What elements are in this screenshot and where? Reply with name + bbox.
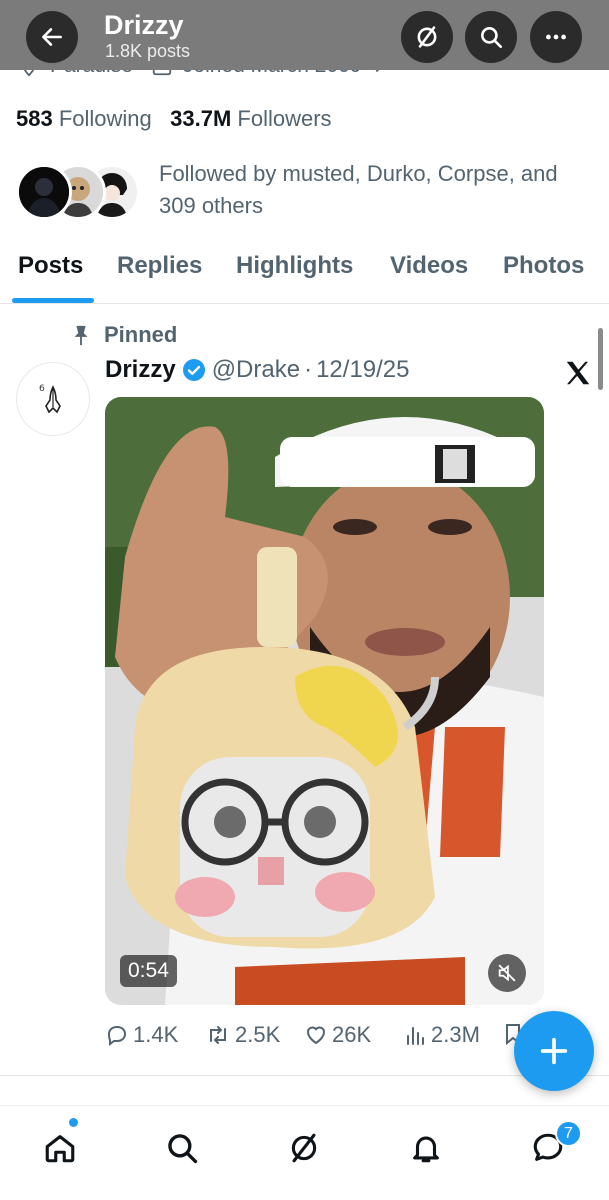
pinned-text: Pinned bbox=[104, 322, 178, 347]
mute-button[interactable] bbox=[488, 954, 526, 992]
search-button[interactable] bbox=[465, 11, 517, 63]
post-author-name[interactable]: Drizzy bbox=[105, 356, 176, 384]
repost-count: 2.5K bbox=[235, 1022, 281, 1047]
tab-posts[interactable]: Posts bbox=[18, 252, 83, 280]
video-duration: 0:54 bbox=[120, 955, 177, 987]
heart-icon bbox=[306, 1026, 326, 1045]
more-icon bbox=[546, 34, 566, 40]
verified-badge-icon bbox=[182, 359, 205, 381]
tab-replies[interactable]: Replies bbox=[117, 252, 202, 280]
profile-tabs: Posts Replies Highlights Videos Photos bbox=[0, 244, 609, 304]
follower-avatar bbox=[16, 164, 72, 220]
views-count: 2.3M bbox=[431, 1022, 480, 1047]
post-video[interactable]: 0:54 bbox=[105, 397, 544, 1005]
bell-icon bbox=[413, 1136, 439, 1163]
search-icon bbox=[168, 1134, 198, 1164]
video-thumbnail bbox=[105, 397, 544, 1005]
grok-icon bbox=[417, 26, 437, 48]
profile-name-title: Drizzy bbox=[104, 10, 184, 40]
following-label: Following bbox=[58, 106, 152, 131]
posts-count: 1.8K posts bbox=[105, 41, 191, 61]
follower-avatars bbox=[16, 164, 146, 222]
back-button[interactable] bbox=[26, 11, 78, 63]
tab-videos[interactable]: Videos bbox=[390, 252, 468, 280]
home-notification-dot bbox=[69, 1118, 78, 1127]
post-author-handle[interactable]: @Drake bbox=[212, 356, 300, 384]
reply-icon bbox=[107, 1025, 127, 1046]
bar-chart-icon bbox=[407, 1027, 424, 1045]
following-link[interactable]: 583 Following bbox=[16, 106, 152, 131]
followers-count: 33.7M bbox=[170, 106, 232, 131]
messages-badge: 7 bbox=[555, 1120, 582, 1147]
follow-stats: 583 Following 33.7M Followers bbox=[16, 106, 332, 132]
separator-dot: · bbox=[304, 356, 313, 383]
active-tab-indicator bbox=[12, 298, 94, 303]
nav-notifications[interactable] bbox=[404, 1126, 448, 1170]
praying-hands-icon: 6 bbox=[39, 384, 61, 414]
like-count: 26K bbox=[332, 1022, 372, 1047]
repost-button[interactable]: 2.5K bbox=[205, 1022, 280, 1048]
nav-grok[interactable] bbox=[282, 1126, 326, 1170]
followed-by-section[interactable]: Followed by musted, Durko, Corpse, and 3… bbox=[16, 158, 596, 228]
feed-divider bbox=[0, 1075, 609, 1076]
grok-button[interactable] bbox=[401, 11, 453, 63]
followers-label: Followers bbox=[237, 106, 332, 131]
tab-photos[interactable]: Photos bbox=[503, 252, 584, 280]
like-button[interactable]: 26K bbox=[304, 1022, 371, 1048]
compose-button[interactable] bbox=[514, 1011, 594, 1091]
nav-home[interactable] bbox=[38, 1126, 82, 1170]
followed-by-text: Followed by musted, Durko, Corpse, and 3… bbox=[159, 161, 558, 218]
bottom-navigation: 7 bbox=[0, 1105, 609, 1200]
post-header: Drizzy @Drake · 12/19/25 bbox=[105, 356, 410, 384]
pin-icon bbox=[74, 325, 88, 346]
home-icon bbox=[45, 1135, 75, 1163]
scrollbar[interactable] bbox=[598, 328, 603, 390]
top-bar: Drizzy 1.8K posts bbox=[0, 0, 609, 70]
reply-count: 1.4K bbox=[133, 1022, 179, 1047]
repost-icon bbox=[210, 1026, 226, 1044]
svg-text:6: 6 bbox=[39, 384, 45, 394]
tab-highlights[interactable]: Highlights bbox=[236, 252, 353, 280]
x-logo-icon bbox=[563, 358, 593, 393]
post-author-avatar[interactable]: 6 bbox=[16, 362, 90, 436]
followers-link[interactable]: 33.7M Followers bbox=[170, 106, 331, 131]
plus-icon bbox=[540, 1037, 568, 1065]
post-date[interactable]: 12/19/25 bbox=[316, 356, 409, 384]
search-icon bbox=[481, 27, 503, 49]
following-count: 583 bbox=[16, 106, 53, 131]
post-actions: 1.4K 2.5K 26K 2.3M bbox=[105, 1022, 585, 1054]
nav-search[interactable] bbox=[160, 1126, 204, 1170]
grok-icon bbox=[291, 1133, 317, 1163]
more-button[interactable] bbox=[530, 11, 582, 63]
pinned-label: Pinned bbox=[72, 322, 177, 348]
arrow-left-icon bbox=[42, 28, 62, 46]
views-button[interactable]: 2.3M bbox=[405, 1022, 480, 1048]
speaker-muted-icon bbox=[498, 964, 516, 982]
reply-button[interactable]: 1.4K bbox=[105, 1022, 178, 1048]
